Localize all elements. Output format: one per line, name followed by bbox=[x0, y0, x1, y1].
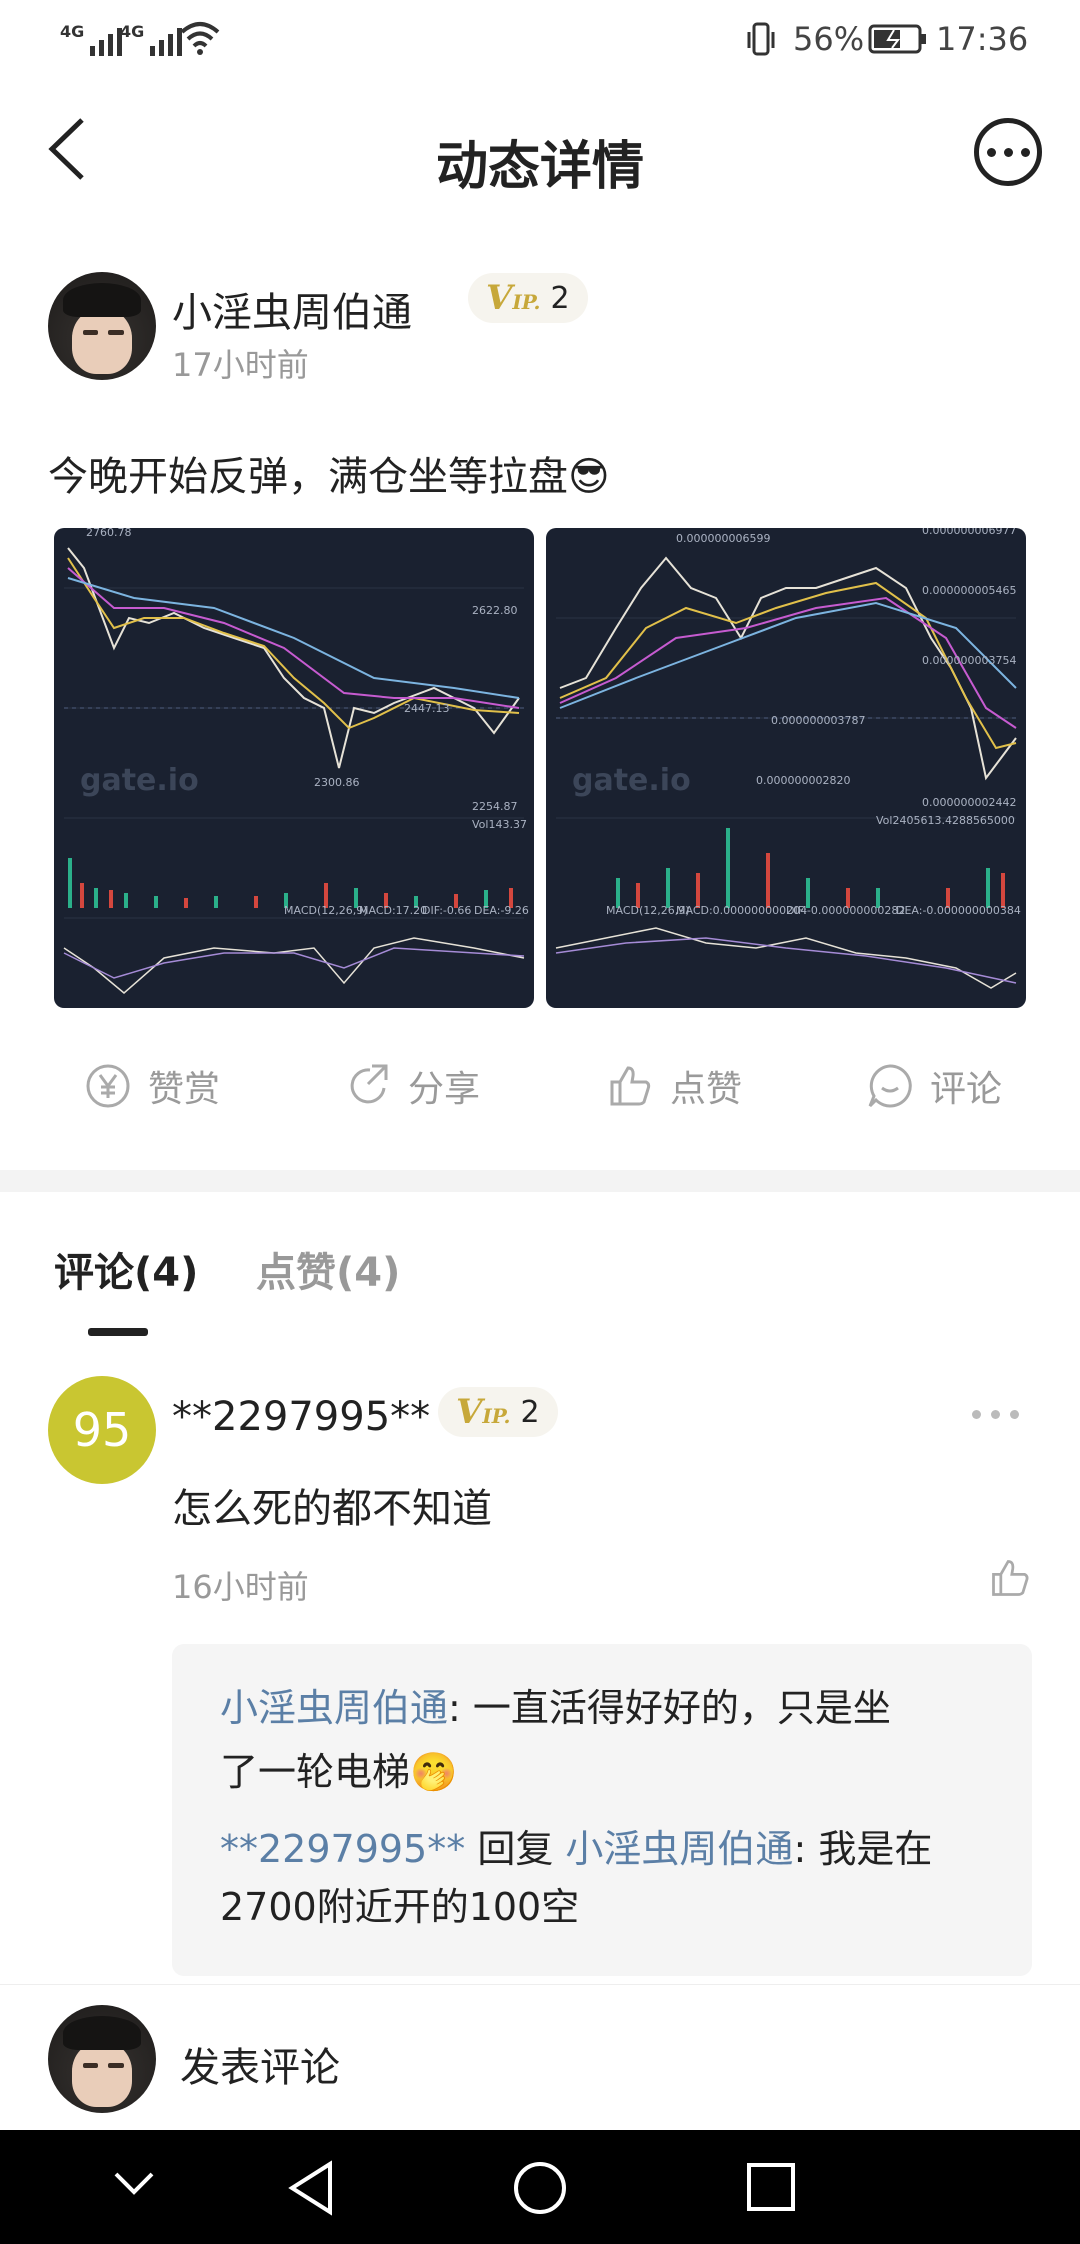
chart-2-label-10: DEA:-0.000000000384 bbox=[896, 904, 1021, 917]
reply-author[interactable]: 小淫虫周伯通 bbox=[220, 1686, 448, 1730]
reply-author[interactable]: **2297995** bbox=[220, 1827, 465, 1871]
reply-item-1[interactable]: 小淫虫周伯通: 一直活得好好的，只是坐 了一轮电梯🤭 bbox=[220, 1676, 891, 1804]
system-nav-bar bbox=[0, 2130, 1080, 2244]
commenter-vip-badge: VIP. 2 bbox=[438, 1387, 558, 1437]
more-options-icon[interactable] bbox=[974, 118, 1042, 186]
chart-2-graphic: 0.000000006599 0.000000005465 0.00000000… bbox=[555, 528, 1021, 989]
battery-percent: 56% bbox=[793, 20, 865, 58]
author-name[interactable]: 小淫虫周伯通 bbox=[172, 280, 412, 338]
clock: 17:36 bbox=[936, 20, 1029, 58]
chart-2-label-4: 0.000000002820 bbox=[756, 774, 850, 787]
chart-2-label-9: DIF:-0.000000000282 bbox=[786, 904, 905, 917]
comment-button[interactable]: 评论 bbox=[866, 1060, 1002, 1112]
comment-time: 16小时前 bbox=[172, 1568, 309, 1606]
comment-composer: 发表评论 bbox=[0, 1984, 1080, 2130]
commenter-avatar[interactable]: 95 bbox=[48, 1376, 156, 1484]
chart-1-graphic: 2760.78 2622.80 2447.13 2300.86 2254.87 … bbox=[63, 528, 529, 994]
post-actions: 赞赏 分享 点赞 评论 bbox=[0, 1060, 1080, 1140]
reply-item-2[interactable]: **2297995** 回复 小淫虫周伯通: 我是在 2700附近开的100空 bbox=[220, 1820, 932, 1936]
my-avatar bbox=[48, 2005, 156, 2113]
vip-logo: VIP. bbox=[456, 1392, 511, 1432]
share-button[interactable]: 分享 bbox=[344, 1060, 480, 1112]
chart-2-label-11: 0.000000006977 bbox=[922, 528, 1016, 537]
comment-text: 怎么死的都不知道 bbox=[172, 1486, 492, 1532]
chart-2-watermark: gate.io bbox=[572, 763, 691, 798]
commenter-name[interactable]: **2297995** bbox=[172, 1394, 430, 1440]
chart-1-label-9: DEA:-9.26 bbox=[474, 904, 529, 917]
comment-more-icon[interactable] bbox=[972, 1410, 1019, 1419]
chart-2-label-3: 0.000000003754 bbox=[922, 654, 1016, 667]
chart-1-label-7: MACD:17.20 bbox=[359, 904, 427, 917]
author-avatar[interactable] bbox=[48, 272, 156, 380]
vip-level: 2 bbox=[520, 1394, 540, 1430]
tab-likes[interactable]: 点赞(4) bbox=[256, 1240, 400, 1298]
chart-2-label-2: 0.000000003787 bbox=[771, 714, 865, 727]
reward-label: 赞赏 bbox=[148, 1069, 221, 1110]
recents-nav-icon[interactable] bbox=[746, 2162, 796, 2212]
comment-input[interactable]: 发表评论 bbox=[180, 2035, 340, 2093]
like-label: 点赞 bbox=[670, 1069, 743, 1110]
section-divider bbox=[0, 1170, 1080, 1192]
chart-1-label-4: 2254.87 bbox=[472, 800, 518, 813]
back-nav-icon[interactable] bbox=[286, 2160, 336, 2216]
home-nav-icon[interactable] bbox=[512, 2160, 568, 2216]
tab-comments[interactable]: 评论(4) bbox=[54, 1240, 198, 1298]
active-tab-indicator bbox=[88, 1328, 148, 1336]
yen-coin-icon bbox=[86, 1064, 130, 1108]
page-title: 动态详情 bbox=[435, 137, 644, 197]
vibrate-icon bbox=[747, 22, 775, 56]
battery-icon bbox=[868, 24, 926, 54]
status-bar: 4G 4G 56% 17:36 bbox=[0, 0, 1080, 80]
share-icon bbox=[350, 1064, 388, 1104]
thumbs-up-icon bbox=[610, 1066, 651, 1106]
chart-image-1[interactable]: 2760.78 2622.80 2447.13 2300.86 2254.87 … bbox=[54, 528, 534, 1008]
chart-1-label-8: DIF:-0.66 bbox=[422, 904, 471, 917]
post-time: 17小时前 bbox=[172, 346, 309, 384]
chart-1-label-6: MACD(12,26,9) bbox=[284, 904, 368, 917]
replies-box: 小淫虫周伯通: 一直活得好好的，只是坐 了一轮电梯🤭 **2297995** 回… bbox=[172, 1644, 1032, 1976]
chart-1-label-0: 2760.78 bbox=[86, 528, 132, 539]
wifi-icon bbox=[180, 22, 220, 55]
chart-2-label-6: Vol2405613.4288565000 bbox=[876, 814, 1015, 827]
app-header: 动态详情 bbox=[0, 80, 1080, 230]
reply-text: 我是在 bbox=[818, 1827, 933, 1871]
vip-level: 2 bbox=[550, 280, 570, 316]
signal-icon: 4G bbox=[60, 22, 123, 56]
signal-icon-2: 4G bbox=[120, 22, 183, 56]
chart-1-watermark: gate.io bbox=[80, 763, 199, 798]
chart-1-label-3: 2300.86 bbox=[314, 776, 360, 789]
reply-target[interactable]: 小淫虫周伯通 bbox=[565, 1827, 793, 1871]
reply-text-2: 了一轮电梯🤭 bbox=[220, 1750, 458, 1794]
vip-logo: VIP. bbox=[486, 278, 541, 318]
comment-label: 评论 bbox=[930, 1069, 1003, 1110]
chart-image-2[interactable]: 0.000000006599 0.000000005465 0.00000000… bbox=[546, 528, 1026, 1008]
chart-2-label-0: 0.000000006599 bbox=[676, 532, 770, 545]
reply-text: 一直活得好好的，只是坐 bbox=[472, 1686, 891, 1730]
chart-1-label-2: 2447.13 bbox=[404, 702, 450, 715]
chart-2-label-1: 0.000000005465 bbox=[922, 584, 1016, 597]
share-label: 分享 bbox=[408, 1069, 481, 1110]
comment-like-icon[interactable] bbox=[988, 1556, 1032, 1600]
hide-keyboard-icon[interactable] bbox=[112, 2168, 156, 2198]
chart-1-label-5: Vol143.37 bbox=[472, 818, 527, 831]
chart-2-label-5: 0.000000002442 bbox=[922, 796, 1016, 809]
like-button[interactable]: 点赞 bbox=[606, 1060, 742, 1112]
post-content: 今晚开始反弹，满仓坐等拉盘😎 bbox=[48, 454, 610, 500]
vip-badge: VIP. 2 bbox=[468, 273, 588, 323]
chart-1-label-1: 2622.80 bbox=[472, 604, 518, 617]
reply-text-2: 2700附近开的100空 bbox=[220, 1885, 580, 1929]
reward-button[interactable]: 赞赏 bbox=[84, 1060, 220, 1112]
comment-icon bbox=[868, 1064, 912, 1108]
